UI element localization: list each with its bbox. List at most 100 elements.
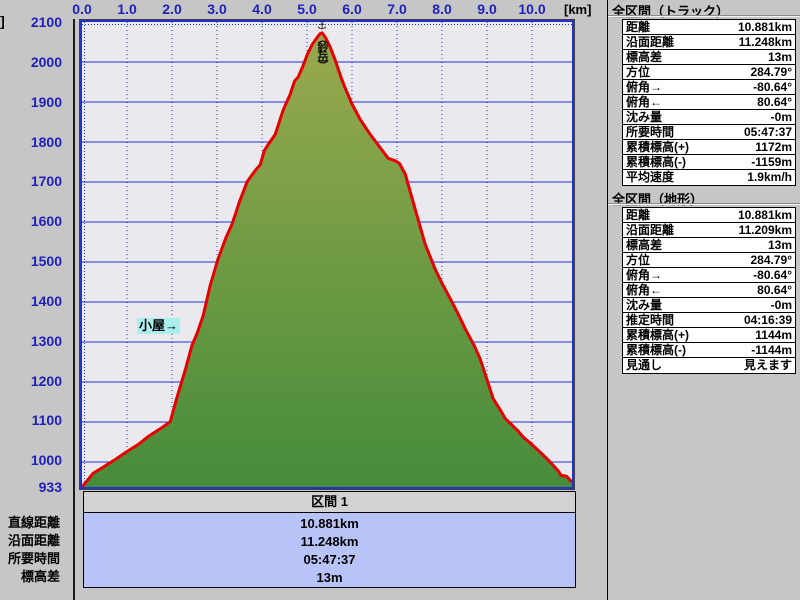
- x-tick-label: 4.0: [252, 1, 271, 17]
- stat-row: 俯角→-80.64°: [623, 80, 795, 95]
- peak-marker-icon: ⚓: [317, 20, 327, 33]
- y-tick-label: 1000: [31, 452, 62, 468]
- stat-label: 距離: [623, 208, 650, 222]
- stat-label: 沈み量: [623, 110, 662, 124]
- x-tick-label: 10.0: [518, 1, 545, 17]
- stat-label: 所要時間: [623, 125, 674, 139]
- stat-value: 1.9km/h: [747, 170, 795, 185]
- stat-row: 沈み量 -0m: [623, 110, 795, 125]
- stat-label: 方位: [623, 65, 650, 79]
- stat-value: -1159m: [751, 155, 795, 169]
- stat-row: 標高差 13m: [623, 238, 795, 253]
- stat-value: 80.64°: [757, 95, 795, 109]
- stat-value: 1172m: [755, 140, 795, 154]
- y-tick-label: 1800: [31, 134, 62, 150]
- section-row-label: 沿面距離: [0, 532, 60, 550]
- stat-value: -0m: [771, 110, 795, 124]
- x-axis-unit-label: [km]: [564, 2, 591, 17]
- stat-value: 見えます: [744, 358, 795, 373]
- stat-row: 沿面距離11.209km: [623, 223, 795, 238]
- hut-annotation: 小屋→: [137, 318, 180, 334]
- stat-row: 方位 284.79°: [623, 65, 795, 80]
- stat-value: 284.79°: [750, 65, 795, 79]
- stat-value: 11.209km: [739, 223, 795, 237]
- stat-value: 80.64°: [757, 283, 795, 297]
- stat-label: 沿面距離: [623, 35, 674, 49]
- x-tick-label: 8.0: [432, 1, 451, 17]
- y-tick-label: 1600: [31, 213, 62, 229]
- stat-row: 見通し 見えます: [623, 358, 795, 373]
- section-row-labels: 直線距離沿面距離所要時間標高差: [0, 514, 60, 586]
- stat-label: 標高差: [623, 50, 662, 64]
- y-tick-label: 933: [39, 479, 62, 495]
- divider: [608, 203, 800, 205]
- section-row-label: 直線距離: [0, 514, 60, 532]
- stat-label: 累積標高(-): [623, 343, 686, 357]
- pane-divider-line: [73, 19, 75, 600]
- x-tick-label: 6.0: [342, 1, 361, 17]
- y-tick-label: 1500: [31, 253, 62, 269]
- y-tick-label: 1300: [31, 333, 62, 349]
- section-row-label: 所要時間: [0, 550, 60, 568]
- y-tick-label: 1400: [31, 293, 62, 309]
- y-tick-label: 2100: [31, 14, 62, 30]
- elevation-profile-chart: [82, 22, 572, 487]
- stat-label: 累積標高(+): [623, 328, 689, 342]
- stat-value: -0m: [771, 298, 795, 312]
- stat-value: 13m: [768, 50, 795, 64]
- terrain-section-title: 全区間（地形）: [612, 189, 703, 208]
- stat-row: 累積標高(+) 1172m: [623, 140, 795, 155]
- elevation-area-fill: [82, 33, 572, 487]
- stat-row: 距離 10.881km: [623, 208, 795, 223]
- plot-frame: 小屋→ ⚓ （鈴岳）: [80, 20, 574, 489]
- stat-row: 平均速度 1.9km/h: [623, 170, 795, 185]
- stat-label: 平均速度: [623, 170, 674, 185]
- stats-panel: 全区間（トラック） 距離10.881km沿面距離11.248km標高差13m方位…: [608, 0, 800, 600]
- x-tick-label: 5.0: [297, 1, 316, 17]
- stat-row: 累積標高(-) -1159m: [623, 155, 795, 170]
- stat-value: 04:16:39: [744, 313, 795, 327]
- track-section-title: 全区間（トラック）: [612, 1, 729, 20]
- section-row-value: 10.881km: [84, 515, 575, 533]
- stat-label: 俯角←: [623, 95, 662, 109]
- y-tick-label: 1700: [31, 173, 62, 189]
- stat-label: 沈み量: [623, 298, 662, 312]
- stat-value: -80.64°: [753, 268, 795, 282]
- stat-row: 沿面距離 11.248km: [623, 35, 795, 50]
- stat-row: 沈み量 -0m: [623, 298, 795, 313]
- divider: [608, 15, 800, 17]
- stat-label: 累積標高(+): [623, 140, 689, 154]
- stat-label: 標高差: [623, 238, 662, 252]
- section-row-value: 13m: [84, 569, 575, 587]
- x-tick-label: 3.0: [207, 1, 226, 17]
- peak-annotation: （鈴岳）: [316, 33, 328, 69]
- stat-label: 距離: [623, 20, 650, 34]
- stat-row: 俯角←80.64°: [623, 283, 795, 298]
- stat-value: 11.248km: [739, 35, 795, 49]
- stat-row: 累積標高(+) 1144m: [623, 328, 795, 343]
- stat-value: 1144m: [755, 328, 795, 342]
- plot-area[interactable]: 小屋→ ⚓ （鈴岳）: [79, 19, 575, 490]
- x-tick-label: 1.0: [117, 1, 136, 17]
- stat-row: 所要時間 05:47:37: [623, 125, 795, 140]
- section-row-label: 標高差: [0, 568, 60, 586]
- y-tick-label: 2000: [31, 54, 62, 70]
- stat-value: 13m: [768, 238, 795, 252]
- y-tick-label: 1100: [32, 412, 62, 428]
- stat-label: 俯角→: [623, 268, 662, 282]
- terrain-stats-table: 距離10.881km沿面距離11.209km標高差13m方位284.79°俯角→…: [622, 207, 796, 374]
- stat-label: 俯角→: [623, 80, 662, 94]
- stat-value: 05:47:37: [744, 125, 795, 139]
- elevation-profile-window: 0.01.02.03.04.05.06.07.08.09.010.0 [km] …: [0, 0, 800, 600]
- y-tick-label: 1900: [31, 94, 62, 110]
- section-header: 区間 1: [83, 491, 576, 513]
- stat-row: 標高差 13m: [623, 50, 795, 65]
- stat-row: 俯角← 80.64°: [623, 95, 795, 110]
- stat-value: 10.881km: [738, 208, 795, 222]
- x-tick-label: 7.0: [387, 1, 406, 17]
- stat-label: 見通し: [623, 358, 662, 373]
- stat-label: 累積標高(-): [623, 155, 686, 169]
- stat-value: -1144m: [751, 343, 795, 357]
- x-tick-label: 9.0: [477, 1, 496, 17]
- x-tick-label: 0.0: [72, 1, 91, 17]
